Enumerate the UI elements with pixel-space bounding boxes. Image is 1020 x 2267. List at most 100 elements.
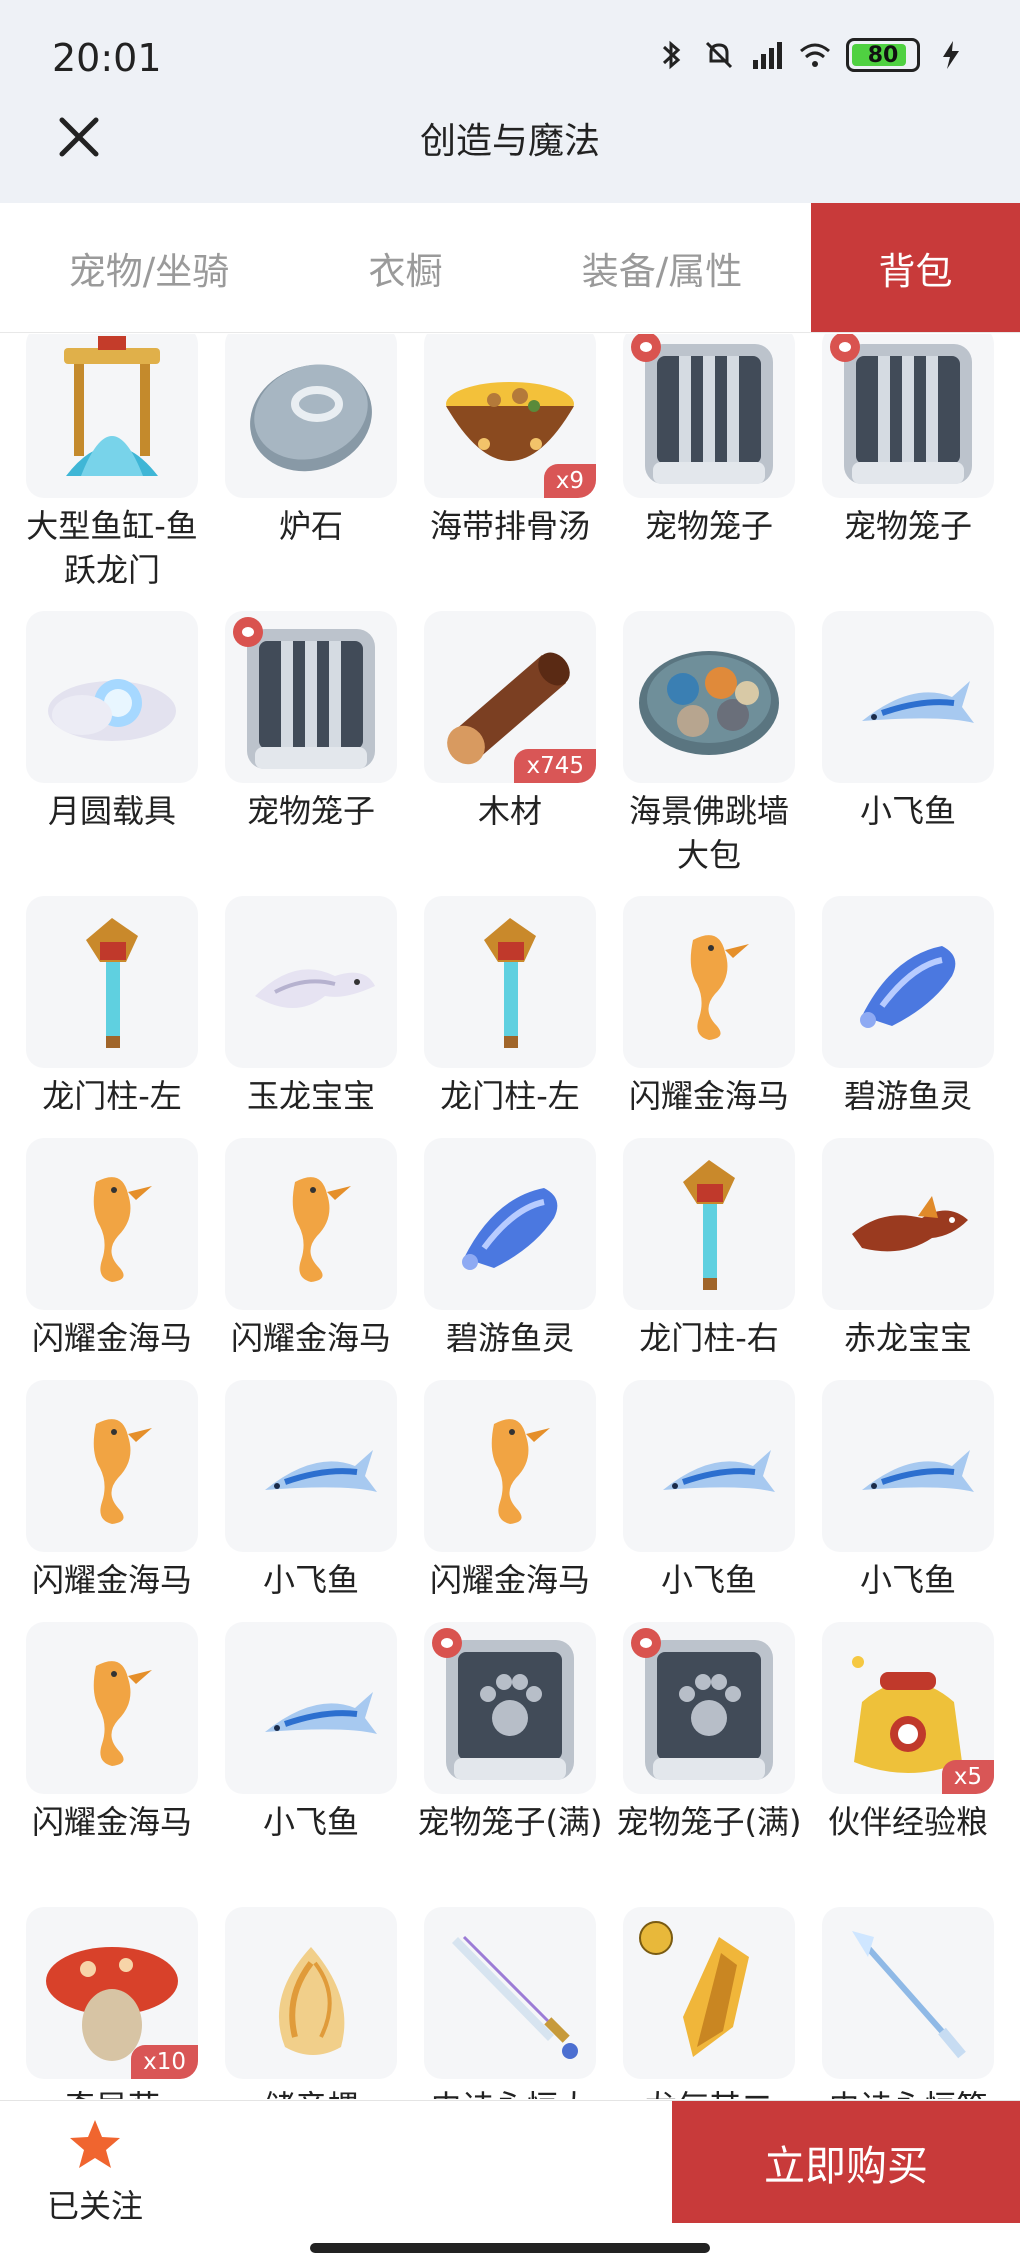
inventory-item[interactable]: 宠物笼子 xyxy=(623,334,795,548)
item-name: 小飞鱼 xyxy=(660,1561,757,1599)
item-thumbnail xyxy=(623,1380,795,1552)
item-name: 炉石 xyxy=(278,507,343,545)
inventory-item[interactable]: 闪耀金海马 xyxy=(26,1380,198,1602)
inventory-item[interactable]: 龙门柱-右 xyxy=(623,1138,795,1360)
inventory-item[interactable]: 碧游鱼灵 xyxy=(822,896,994,1118)
item-name: 宠物笼子 xyxy=(246,792,375,830)
inventory-item[interactable]: 史诗永恒符 xyxy=(822,1907,994,2099)
item-name: 海带排骨汤 xyxy=(429,507,590,545)
inventory-item[interactable]: 海景佛跳墙大包 xyxy=(623,611,795,877)
inventory-item[interactable]: 炉石 xyxy=(225,334,397,548)
signal-icon xyxy=(753,42,782,69)
item-thumbnail xyxy=(225,896,397,1068)
inventory-item[interactable]: x9 海带排骨汤 xyxy=(424,334,596,548)
item-thumbnail xyxy=(26,334,198,498)
inventory-item[interactable]: 小飞鱼 xyxy=(822,1380,994,1602)
inventory-item[interactable]: 龙门柱-左 xyxy=(26,896,198,1118)
item-name: 龙门柱-左 xyxy=(440,1077,580,1115)
item-name: 伙伴经验粮 xyxy=(827,1803,988,1841)
golden-seahorse-icon xyxy=(93,1661,152,1766)
item-quantity-badge: x10 xyxy=(131,2045,198,2079)
follow-button[interactable]: 已关注 xyxy=(30,2117,160,2227)
item-thumbnail xyxy=(424,1622,596,1794)
item-name: 史诗永恒符 xyxy=(813,2085,1003,2099)
item-name: 宠物笼子 xyxy=(843,507,972,545)
tab-wardrobe[interactable]: 衣橱 xyxy=(298,203,513,332)
home-indicator[interactable] xyxy=(310,2243,710,2253)
top-header: 20:01 80 创造与魔法 xyxy=(0,0,1020,203)
item-quantity-badge: x745 xyxy=(514,749,596,783)
charging-icon xyxy=(943,41,959,69)
inventory-grid-viewport[interactable]: 大型鱼缸-鱼跃龙门 炉石 x9 海带排骨汤 宠物笼子 宠物笼子 月圆载具 宠物笼子 x745 木材… xyxy=(0,334,1020,2099)
inventory-item[interactable]: 大型鱼缸-鱼跃龙门 xyxy=(26,334,198,592)
inventory-item[interactable]: 闪耀金海马 xyxy=(26,1622,198,1844)
inventory-item[interactable]: 宠物笼子(满) xyxy=(418,1622,602,1844)
item-thumbnail: x9 xyxy=(424,334,596,498)
inventory-item[interactable]: 小飞鱼 xyxy=(225,1380,397,1602)
battery-icon: 80 xyxy=(846,38,920,72)
inventory-item[interactable]: 玉龙宝宝 xyxy=(225,896,397,1118)
inventory-item[interactable]: 小飞鱼 xyxy=(225,1622,397,1844)
blue-fish-spirit-icon xyxy=(860,946,956,1028)
item-thumbnail xyxy=(225,1622,397,1794)
item-thumbnail xyxy=(424,1907,596,2079)
item-name: 碧游鱼灵 xyxy=(445,1319,574,1357)
inventory-item[interactable]: 宠物笼子 xyxy=(225,611,397,833)
item-name: 奇异菇 xyxy=(17,2085,207,2099)
inventory-item[interactable]: 宠物笼子(满) xyxy=(617,1622,801,1844)
inventory-item[interactable]: 赤龙宝宝 xyxy=(822,1138,994,1360)
inventory-item[interactable]: 闪耀金海马 xyxy=(424,1380,596,1602)
item-name: 海景佛跳墙大包 xyxy=(628,792,789,874)
inventory-item[interactable]: x5 伙伴经验粮 xyxy=(822,1622,994,1844)
item-name: 龙气其二 xyxy=(614,2085,804,2099)
flying-fish-icon xyxy=(862,681,974,723)
item-thumbnail xyxy=(225,611,397,783)
tab-pets-mounts[interactable]: 宠物/坐骑 xyxy=(0,203,298,332)
inventory-item[interactable]: 闪耀金海马 xyxy=(225,1138,397,1360)
tab-equipment[interactable]: 装备/属性 xyxy=(513,203,811,332)
golden-seahorse-icon xyxy=(690,935,749,1040)
inventory-item[interactable]: x745 木材 xyxy=(424,611,596,833)
item-thumbnail xyxy=(822,611,994,783)
star-icon xyxy=(70,2120,120,2168)
wifi-icon xyxy=(800,43,830,67)
item-name: 闪耀金海马 xyxy=(628,1077,789,1115)
inventory-item[interactable]: 宠物笼子 xyxy=(822,334,994,548)
inventory-item[interactable]: 小飞鱼 xyxy=(623,1380,795,1602)
item-thumbnail: x745 xyxy=(424,611,596,783)
inventory-item[interactable]: 龙门柱-左 xyxy=(424,896,596,1118)
item-name: 木材 xyxy=(477,792,542,830)
tab-bar: 宠物/坐骑 衣橱 装备/属性 背包 xyxy=(0,203,1020,333)
item-name: 闪耀金海马 xyxy=(429,1561,590,1599)
inventory-item[interactable]: 储音螺 xyxy=(225,1907,397,2099)
mute-icon xyxy=(705,41,733,69)
item-thumbnail xyxy=(26,896,198,1068)
white-dragon-icon xyxy=(255,969,375,1008)
fish-tank-gate-icon xyxy=(64,336,160,476)
tab-backpack[interactable]: 背包 xyxy=(811,203,1020,332)
app-root: 20:01 80 创造与魔法 宠物/坐骑 衣橱 装备/属性 背包 大型鱼缸-鱼跃… xyxy=(0,0,1020,2267)
item-thumbnail xyxy=(225,1138,397,1310)
blue-fish-spirit-icon xyxy=(462,1188,558,1270)
inventory-item[interactable]: 龙气其二 xyxy=(623,1907,795,2099)
inventory-item[interactable]: 月圆载具 xyxy=(26,611,198,833)
flying-fish-icon xyxy=(265,1692,377,1734)
item-thumbnail xyxy=(623,1138,795,1310)
item-name: 宠物笼子(满) xyxy=(417,1803,603,1841)
inventory-item[interactable]: 小飞鱼 xyxy=(822,611,994,833)
item-name: 大型鱼缸-鱼跃龙门 xyxy=(26,507,198,589)
inventory-item[interactable]: 闪耀金海马 xyxy=(26,1138,198,1360)
item-thumbnail xyxy=(225,334,397,498)
page-title: 创造与魔法 xyxy=(419,121,600,162)
item-name: 闪耀金海马 xyxy=(230,1319,391,1357)
paw-badge-icon xyxy=(233,617,263,647)
inventory-item[interactable]: 史诗永恒大 xyxy=(424,1907,596,2099)
buy-now-button[interactable]: 立即购买 xyxy=(672,2101,1020,2223)
inventory-item[interactable]: x10奇异菇 xyxy=(26,1907,198,2099)
inventory-item[interactable]: 闪耀金海马 xyxy=(623,896,795,1118)
item-thumbnail xyxy=(225,1380,397,1552)
item-name: 闪耀金海马 xyxy=(31,1803,192,1841)
status-icons: 80 xyxy=(654,38,968,72)
item-name: 史诗永恒大 xyxy=(415,2085,605,2099)
inventory-item[interactable]: 碧游鱼灵 xyxy=(424,1138,596,1360)
